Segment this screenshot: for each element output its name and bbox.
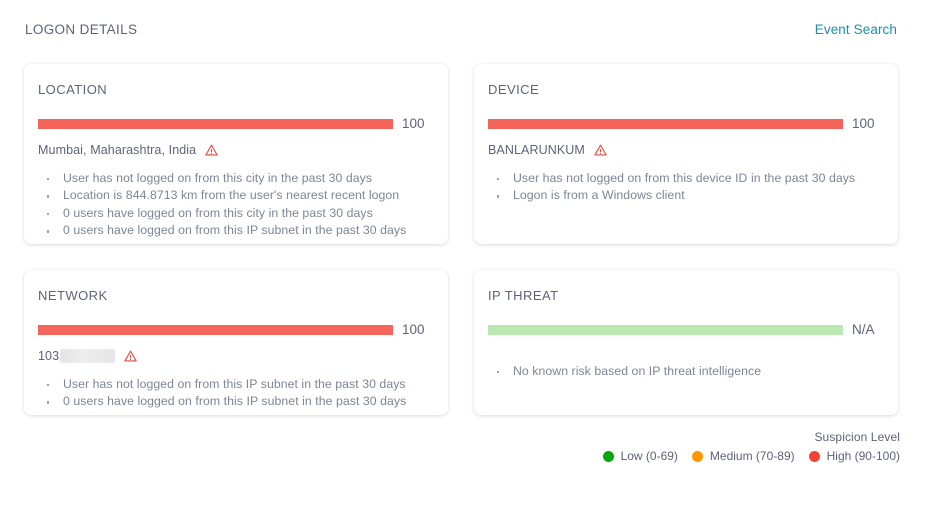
- warning-triangle-icon: [124, 350, 137, 362]
- subject-row: Mumbai, Maharashtra, India: [38, 142, 430, 158]
- score-bar-fill: [38, 324, 393, 335]
- reason-item: No known risk based on IP threat intelli…: [488, 363, 880, 380]
- reason-list: User has not logged on from this device …: [488, 170, 880, 205]
- card-title: IP THREAT: [488, 288, 559, 303]
- warning-triangle-icon: [205, 144, 218, 156]
- reason-item: Logon is from a Windows client: [488, 187, 880, 204]
- score-bar-track: [38, 324, 393, 335]
- score-value: 100: [402, 322, 425, 337]
- score-value: N/A: [852, 322, 875, 337]
- event-search-link[interactable]: Event Search: [815, 22, 897, 37]
- subject-text: Mumbai, Maharashtra, India: [38, 143, 197, 157]
- legend-item: High (90-100): [808, 449, 900, 463]
- reason-item: User has not logged on from this city in…: [38, 170, 430, 187]
- risk-card: DEVICE 100 BANLARUNKUM User has not logged …: [474, 64, 898, 244]
- legend-item: Medium (70-89): [691, 449, 795, 463]
- risk-card-grid: LOCATION 100 Mumbai, Maharashtra, India Use…: [24, 64, 898, 415]
- page-title: LOGON DETAILS: [25, 21, 138, 37]
- risk-card: NETWORK 100 103 User has not logged on from…: [24, 270, 448, 415]
- reason-item: 0 users have logged on from this IP subn…: [38, 222, 430, 239]
- redacted-value: [60, 349, 116, 363]
- legend-label: Medium (70-89): [709, 449, 795, 463]
- score-value: 100: [402, 116, 425, 131]
- subject-row: BANLARUNKUM: [488, 142, 880, 158]
- score-row: 100: [488, 116, 880, 131]
- subject-text: BANLARUNKUM: [488, 143, 585, 157]
- legend-caption: Suspicion Level: [814, 430, 900, 444]
- reason-item: User has not logged on from this IP subn…: [38, 376, 430, 393]
- score-bar-track: [488, 118, 843, 129]
- subject-text: 103: [38, 349, 60, 363]
- risk-card: LOCATION 100 Mumbai, Maharashtra, India Use…: [24, 64, 448, 244]
- subject-row: 103: [38, 348, 430, 364]
- reason-item: Location is 844.8713 km from the user's …: [38, 187, 430, 204]
- legend-dot-icon: [808, 450, 820, 462]
- legend-dot-icon: [602, 450, 614, 462]
- legend-item: Low (0-69): [602, 449, 678, 463]
- score-bar-track: [488, 324, 843, 335]
- warning-triangle-icon: [594, 144, 607, 156]
- reason-item: User has not logged on from this device …: [488, 170, 880, 187]
- score-row: 100: [38, 322, 430, 337]
- card-title: NETWORK: [38, 288, 108, 303]
- logon-details-page: LOGON DETAILS Event Search LOCATION 100 Mu…: [0, 0, 926, 514]
- score-bar-track: [38, 118, 393, 129]
- reason-list: No known risk based on IP threat intelli…: [488, 363, 880, 380]
- card-title: DEVICE: [488, 82, 540, 97]
- legend-label: Low (0-69): [620, 449, 678, 463]
- legend-label: High (90-100): [826, 449, 900, 463]
- reason-item: 0 users have logged on from this city in…: [38, 205, 430, 222]
- card-title: LOCATION: [38, 82, 108, 97]
- reason-list: User has not logged on from this IP subn…: [38, 376, 430, 411]
- score-bar-fill: [488, 324, 843, 335]
- page-header: LOGON DETAILS Event Search: [0, 16, 926, 42]
- reason-item: 0 users have logged on from this IP subn…: [38, 393, 430, 410]
- legend: Suspicion Level Low (0-69) Medium (70-89)…: [602, 430, 900, 463]
- risk-card: IP THREAT N/A No known risk based on IP th…: [474, 270, 898, 415]
- score-bar-fill: [38, 118, 393, 129]
- score-row: 100: [38, 116, 430, 131]
- reason-list: User has not logged on from this city in…: [38, 170, 430, 240]
- score-value: 100: [852, 116, 875, 131]
- legend-dot-icon: [691, 450, 703, 462]
- legend-items: Low (0-69) Medium (70-89) High (90-100): [602, 449, 900, 463]
- score-row: N/A: [488, 322, 880, 337]
- score-bar-fill: [488, 118, 843, 129]
